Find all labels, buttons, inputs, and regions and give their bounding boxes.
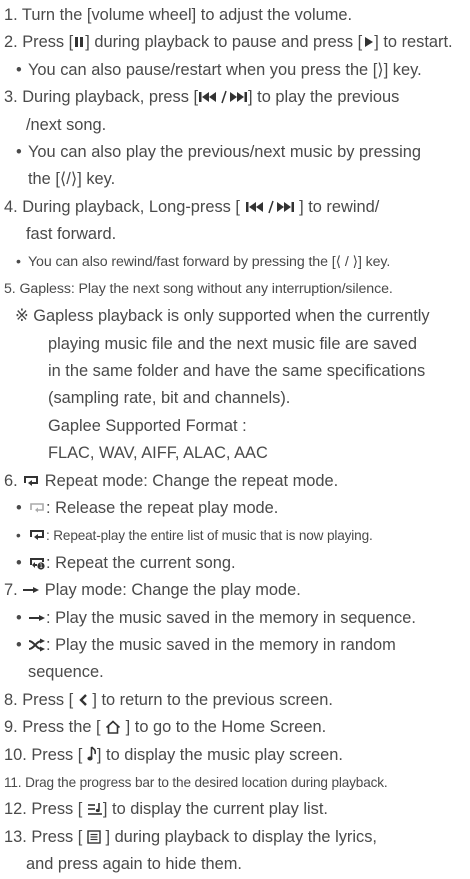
repeat-all-item: •: Repeat-play the entire list of music …	[4, 522, 470, 549]
repeat-one-item: • 1: Repeat the current song.	[4, 550, 470, 577]
bullet-dot: •	[16, 635, 22, 654]
play-icon	[362, 35, 374, 49]
manual-page: 1. Turn the [volume wheel] to adjust the…	[0, 0, 470, 873]
sequence-icon	[22, 583, 40, 597]
bullet-dot: •	[16, 553, 22, 572]
step-3-note: • You can also play the previous/next mus…	[4, 139, 470, 166]
step-8: 8. Press [ ] to return to the previous s…	[4, 690, 333, 709]
gapless-format-label: Gaplee Supported Format :	[48, 416, 247, 435]
repeat-all-icon	[28, 528, 46, 542]
step-11: 11. Drag the progress bar to the desired…	[4, 774, 388, 790]
bullet-dot: •	[16, 142, 22, 161]
prev-next-icon	[245, 200, 295, 214]
step-9: 9. Press the [ ] to go to the Home Scree…	[4, 718, 327, 737]
home-icon	[105, 720, 121, 734]
step-3-cont: /next song.	[26, 115, 107, 134]
bullet-dot: •	[16, 608, 22, 627]
svg-text:1: 1	[39, 563, 43, 570]
pause-icon	[73, 35, 85, 49]
bullet-dot: •	[16, 499, 22, 518]
music-note-icon	[87, 745, 97, 762]
step-2: 2. Press [] during playback to pause and…	[4, 33, 453, 52]
step-13: 13. Press [ ] during playback to display…	[4, 827, 377, 846]
step-12: 12. Press [ ] to display the current pla…	[4, 800, 328, 819]
bullet-dot: •	[16, 60, 22, 79]
gapless-note-cont-2: in the same folder and have the same spe…	[48, 362, 426, 381]
repeat-off-item: •: Release the repeat play mode.	[4, 495, 470, 522]
step-10: 10. Press [ ] to display the music play …	[4, 745, 343, 764]
repeat-icon	[22, 474, 40, 488]
step-3: 3. During playback, press [] to play the…	[4, 88, 400, 107]
gapless-format-list: FLAC, WAV, AIFF, ALAC, AAC	[48, 444, 268, 463]
step-4: 4. During playback, Long-press [ ] to re…	[4, 197, 380, 216]
lyrics-icon	[87, 830, 101, 844]
step-2-note: • You can also pause/restart when you pre…	[4, 57, 470, 84]
step-6: 6. Repeat mode: Change the repeat mode.	[4, 471, 339, 490]
shuffle-icon	[28, 638, 46, 652]
back-icon	[78, 693, 88, 707]
shuffle-item: •: Play the music saved in the memory in…	[4, 632, 470, 659]
gapless-note: ※ Gapless playback is only supported whe…	[15, 307, 430, 326]
step-5: 5. Gapless: Play the next song without a…	[4, 280, 393, 297]
playlist-icon	[87, 802, 103, 816]
step-4-note: • You can also rewind/fast forward by pre…	[4, 249, 470, 276]
repeat-off-icon	[28, 501, 46, 515]
gapless-note-cont-3: (sampling rate, bit and channels).	[48, 389, 291, 408]
step-3-note-cont: the [⟨/⟩] key.	[28, 170, 116, 189]
bullet-dot: •	[16, 528, 21, 544]
step-1: 1. Turn the [volume wheel] to adjust the…	[4, 6, 353, 24]
gapless-note-cont-1: playing music file and the next music fi…	[48, 334, 417, 353]
prev-next-icon	[198, 90, 248, 104]
sequence-icon	[28, 611, 46, 625]
sequence-item: •: Play the music saved in the memory in…	[4, 605, 470, 632]
step-7: 7. Play mode: Change the play mode.	[4, 581, 301, 600]
shuffle-item-cont: sequence.	[28, 663, 104, 682]
repeat-one-icon: 1	[28, 556, 46, 570]
step-13-cont: and press again to hide them.	[26, 855, 242, 874]
step-4-cont: fast forward.	[26, 225, 117, 244]
bullet-dot: •	[16, 253, 21, 270]
